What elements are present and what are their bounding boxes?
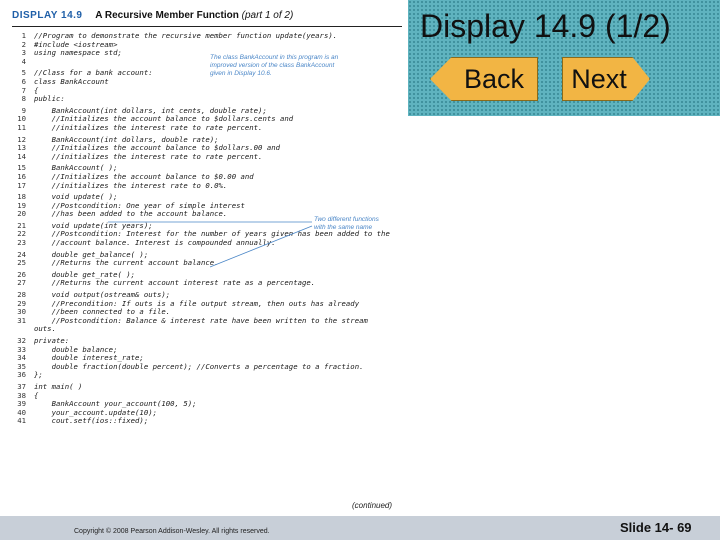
line-number: 33	[17, 345, 26, 354]
code-line: 40 your_account.update(10);	[12, 409, 402, 418]
line-number: 40	[17, 408, 26, 417]
code-line: 39 BankAccount your_account(100, 5);	[12, 400, 402, 409]
code-line: outs.	[12, 325, 402, 334]
slide-title: Display 14.9 (1/2)	[420, 8, 671, 44]
code-line: 34 double interest_rate;	[12, 354, 402, 363]
line-text: your_account.update(10);	[34, 408, 158, 417]
line-number: 32	[17, 337, 26, 345]
line-number: 34	[17, 354, 26, 363]
line-text: //Postcondition: Balance & interest rate…	[34, 316, 368, 325]
back-button[interactable]: Back	[430, 57, 538, 101]
line-number: 41	[17, 417, 26, 426]
code-line: 32 private:	[12, 337, 402, 346]
line-text: BankAccount your_account(100, 5);	[34, 400, 197, 409]
line-text: };	[34, 371, 43, 380]
code-line: 38 {	[12, 392, 402, 401]
line-text: double fraction(double percent); //Conve…	[34, 362, 364, 371]
slide-number: Slide 14- 69	[620, 520, 692, 535]
line-number: 35	[17, 362, 26, 371]
code-listing: DISPLAY 14.9 A Recursive Member Function…	[12, 10, 402, 515]
continued-note: (continued)	[352, 501, 393, 510]
line-text: cout.setf(ios::fixed);	[34, 417, 149, 426]
code-line: 37 int main( )	[12, 383, 402, 392]
code-line: 41 cout.setf(ios::fixed);	[12, 417, 402, 426]
arrow-to-update-years	[209, 225, 313, 268]
line-text: int main( )	[34, 382, 83, 391]
copyright-text: Copyright © 2008 Pearson Addison-Wesley.…	[74, 528, 270, 535]
line-number: 36	[17, 371, 26, 380]
line-text: {	[34, 391, 39, 400]
code-line: 31 //Postcondition: Balance & interest r…	[12, 317, 402, 326]
code-line: 36};	[12, 371, 402, 380]
next-button[interactable]: Next	[562, 57, 650, 101]
line-number: 38	[17, 391, 26, 400]
code-line: 35 double fraction(double percent); //Co…	[12, 363, 402, 372]
line-number: 31	[17, 316, 26, 325]
line-number: 37	[17, 382, 26, 391]
line-text: double balance;	[34, 345, 118, 354]
line-number: 39	[17, 400, 26, 409]
annotation-arrows	[108, 221, 313, 268]
line-text: outs.	[34, 325, 56, 334]
line-text: double interest_rate;	[34, 354, 144, 363]
line-text: private:	[34, 337, 70, 345]
code-line: 33 double balance;	[12, 346, 402, 355]
